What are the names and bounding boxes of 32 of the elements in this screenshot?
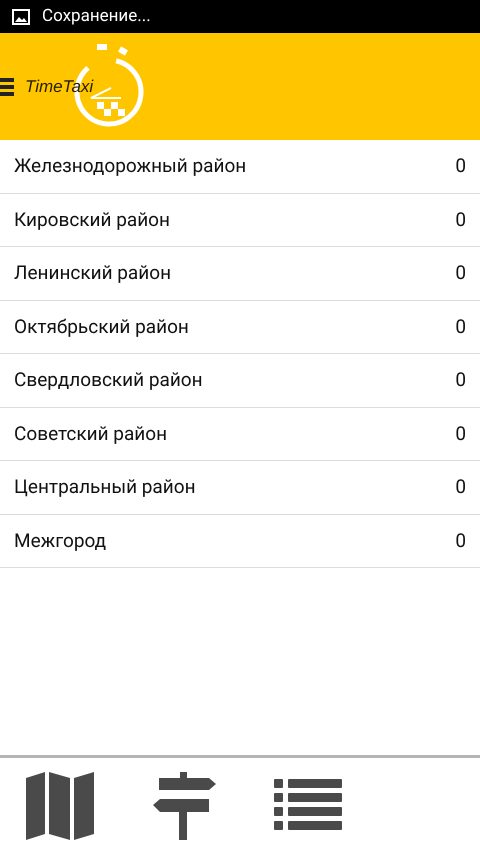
map-tab-button[interactable] xyxy=(26,772,94,840)
district-name: Центральный район xyxy=(14,474,196,500)
district-row[interactable]: Ленинский район 0 xyxy=(0,247,480,300)
list-tab-button[interactable] xyxy=(274,779,342,833)
district-name: Кировский район xyxy=(14,206,170,232)
district-row[interactable]: Межгород 0 xyxy=(0,514,480,568)
district-count: 0 xyxy=(455,206,466,232)
district-name: Свердловский район xyxy=(14,367,203,393)
district-name: Межгород xyxy=(14,528,106,554)
district-row[interactable]: Центральный район 0 xyxy=(0,461,480,514)
district-count: 0 xyxy=(455,474,466,500)
district-count: 0 xyxy=(455,367,466,393)
signpost-icon xyxy=(152,772,216,840)
district-name: Октябрьский район xyxy=(14,314,189,340)
district-name: Железнодорожный район xyxy=(14,153,246,179)
district-row[interactable]: Свердловский район 0 xyxy=(0,354,480,408)
image-icon xyxy=(12,8,30,24)
district-name: Советский район xyxy=(14,420,168,446)
district-count: 0 xyxy=(455,153,466,179)
map-icon xyxy=(26,772,94,840)
district-count: 0 xyxy=(455,260,466,286)
district-row[interactable]: Кировский район 0 xyxy=(0,194,480,247)
district-row[interactable]: Октябрьский район 0 xyxy=(0,300,480,354)
district-row[interactable]: Советский район 0 xyxy=(0,408,480,461)
district-count: 0 xyxy=(455,314,466,340)
district-name: Ленинский район xyxy=(14,260,172,286)
status-text: Сохранение... xyxy=(42,4,151,28)
signpost-tab-button[interactable] xyxy=(152,772,216,840)
list-icon xyxy=(274,779,342,833)
district-count: 0 xyxy=(455,420,466,446)
district-count: 0 xyxy=(455,528,466,554)
district-row[interactable]: Железнодорожный район 0 xyxy=(0,140,480,194)
